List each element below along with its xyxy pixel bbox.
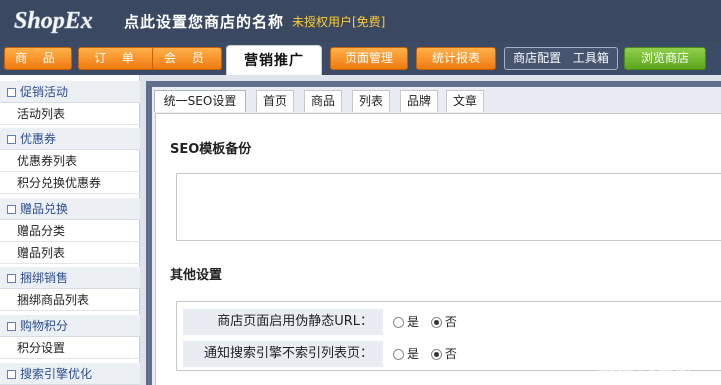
shopex-logo[interactable]: ShopEx bbox=[12, 4, 118, 38]
shop-name-link[interactable]: 点此设置您商店的名称 bbox=[124, 11, 284, 32]
logo-graphic: ShopEx bbox=[14, 8, 93, 35]
nav-browse-store[interactable]: 浏览商店 bbox=[624, 47, 706, 70]
backup-box bbox=[176, 173, 721, 241]
main-nav: 商 品 订 单 会 员 营销推广 页面管理 统计报表 商店配置 工具箱 浏览商店 bbox=[0, 42, 721, 75]
radio-no-label: 否 bbox=[444, 315, 457, 329]
nav-members[interactable]: 会 员 bbox=[152, 47, 222, 70]
sidebar-item-coupon-list[interactable]: 优惠券列表 bbox=[0, 150, 140, 172]
radio-no-icon[interactable] bbox=[430, 317, 442, 328]
nav-reports[interactable]: 统计报表 bbox=[416, 47, 496, 70]
sidebar-group-label: 捆绑销售 bbox=[20, 271, 69, 285]
backup-section-title: SEO模板备份 bbox=[170, 142, 252, 157]
tab-unified-seo[interactable]: 统一SEO设置 bbox=[154, 90, 246, 112]
sidebar-item-bundle-list[interactable]: 捆绑商品列表 bbox=[0, 289, 140, 311]
radio-no[interactable]: 否 bbox=[430, 315, 457, 329]
radio-yes-label: 是 bbox=[407, 347, 420, 361]
nav-products[interactable]: 商 品 bbox=[4, 47, 72, 70]
collapse-icon bbox=[7, 205, 16, 214]
radio-no[interactable]: 否 bbox=[430, 347, 457, 361]
radio-no-icon[interactable] bbox=[430, 349, 442, 360]
sidebar-group-label: 购物积分 bbox=[20, 319, 69, 333]
sidebar-group-label: 优惠券 bbox=[20, 132, 57, 146]
setting-row-static-url: 商店页面启用伪静态URL： 是 否 bbox=[177, 306, 721, 336]
sidebar-group-label: 赠品兑换 bbox=[20, 202, 69, 216]
sidebar-group-coupons[interactable]: 优惠券 bbox=[0, 128, 140, 150]
collapse-icon bbox=[7, 135, 16, 144]
setting-options: 是 否 bbox=[393, 341, 465, 367]
sidebar-item-gift-category[interactable]: 赠品分类 bbox=[0, 220, 140, 242]
radio-yes-icon[interactable] bbox=[393, 317, 404, 328]
nav-pages[interactable]: 页面管理 bbox=[330, 47, 408, 70]
sidebar-group-seo[interactable]: 搜索引擎优化 bbox=[0, 363, 140, 385]
other-settings-title: 其他设置 bbox=[170, 268, 223, 283]
collapse-icon bbox=[7, 88, 16, 97]
setting-label: 商店页面启用伪静态URL： bbox=[183, 309, 383, 335]
nav-settings-tools[interactable]: 商店配置 工具箱 bbox=[504, 47, 618, 70]
nav-orders[interactable]: 订 单 bbox=[78, 47, 156, 70]
tab-list[interactable]: 列表 bbox=[352, 90, 390, 112]
setting-options: 是 否 bbox=[393, 309, 465, 335]
sidebar-group-label: 搜索引擎优化 bbox=[20, 367, 93, 381]
setting-label: 通知搜索引擎不索引列表页： bbox=[183, 341, 383, 367]
logo-text: ShopEx bbox=[14, 8, 93, 34]
collapse-icon bbox=[7, 370, 16, 379]
sidebar-item-points-coupon[interactable]: 积分兑换优惠券 bbox=[0, 172, 140, 194]
license-status[interactable]: 未授权用户[免费] bbox=[292, 13, 385, 30]
sidebar-group-gifts[interactable]: 赠品兑换 bbox=[0, 198, 140, 220]
settings-table: 商店页面启用伪静态URL： 是 否 通知搜索引擎不索引列表页： 是 否 bbox=[176, 301, 721, 371]
top-header: ShopEx 点此设置您商店的名称 未授权用户[免费] 商 品 订 单 会 员 … bbox=[0, 0, 721, 75]
sidebar-item-points-settings[interactable]: 积分设置 bbox=[0, 337, 140, 359]
watermark: 头条号 / 木桶seo bbox=[598, 364, 691, 378]
radio-yes-label: 是 bbox=[407, 315, 420, 329]
radio-no-label: 否 bbox=[444, 347, 457, 361]
sidebar-group-promotions[interactable]: 促销活动 bbox=[0, 81, 140, 103]
tab-products[interactable]: 商品 bbox=[304, 90, 342, 112]
sidebar-group-label: 促销活动 bbox=[20, 85, 69, 99]
sidebar-group-bundles[interactable]: 捆绑销售 bbox=[0, 267, 140, 289]
radio-yes[interactable]: 是 bbox=[393, 315, 419, 329]
sidebar: 促销活动 活动列表 优惠券 优惠券列表 积分兑换优惠券 赠品兑换 赠品分类 赠品… bbox=[0, 75, 140, 385]
sidebar-item-gift-list[interactable]: 赠品列表 bbox=[0, 242, 140, 264]
radio-yes[interactable]: 是 bbox=[393, 347, 419, 361]
sidebar-item-activity-list[interactable]: 活动列表 bbox=[0, 103, 140, 125]
radio-yes-icon[interactable] bbox=[393, 349, 404, 360]
nav-marketing[interactable]: 营销推广 bbox=[226, 45, 322, 75]
tab-article[interactable]: 文章 bbox=[446, 90, 484, 112]
tab-brand[interactable]: 品牌 bbox=[400, 90, 438, 112]
sidebar-group-points[interactable]: 购物积分 bbox=[0, 315, 140, 337]
collapse-icon bbox=[7, 274, 16, 283]
collapse-icon bbox=[7, 322, 16, 331]
tab-home[interactable]: 首页 bbox=[256, 90, 294, 112]
